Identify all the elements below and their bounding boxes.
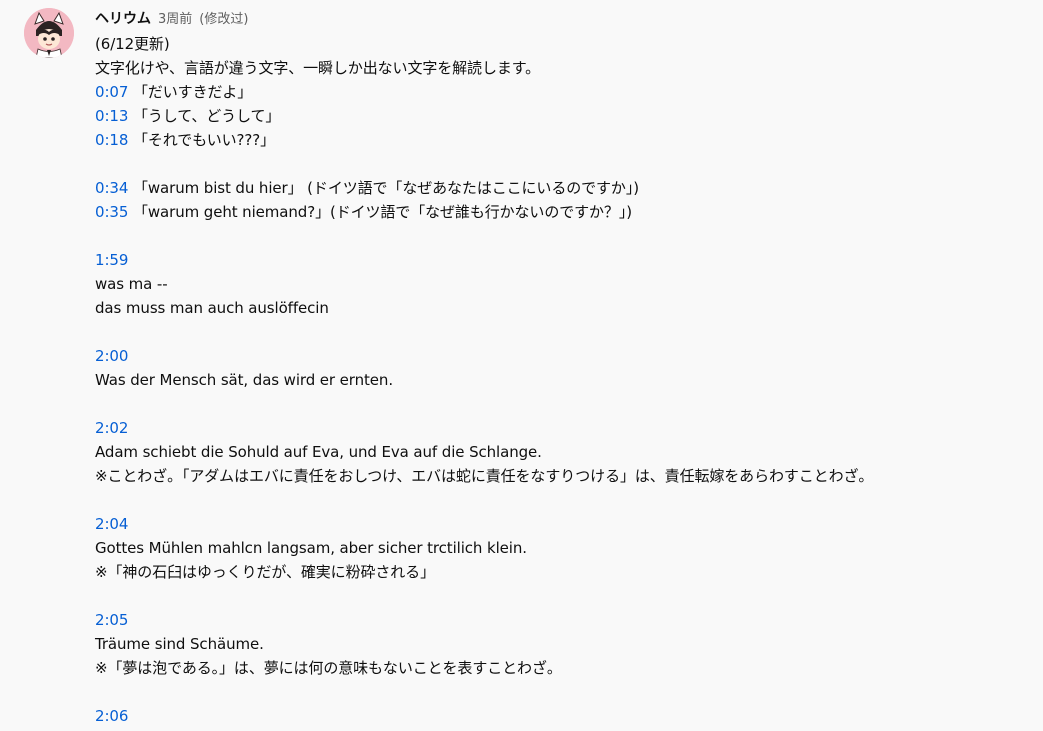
comment-line: 0:18 「それでもいい???」 [95, 128, 1043, 152]
comment-line: Was der Mensch sät, das wird er ernten. [95, 368, 1043, 392]
comment-line: 2:06 [95, 704, 1043, 728]
edited-label: (修改过) [199, 12, 249, 27]
comment-line: Adam schiebt die Sohuld auf Eva, und Eva… [95, 440, 1043, 464]
timestamp-link[interactable]: 0:35 [95, 203, 128, 221]
comment-line: das muss man auch auslöffecin [95, 296, 1043, 320]
comment-line-text: Was der Mensch sät, das wird er ernten. [95, 371, 393, 389]
comment-line: was ma -- [95, 272, 1043, 296]
comment-line: (6/12更新) [95, 32, 1043, 56]
timestamp-link[interactable]: 0:18 [95, 131, 128, 149]
comment-line: 2:00 [95, 344, 1043, 368]
timestamp-link[interactable]: 0:07 [95, 83, 128, 101]
comment-line: 0:34 「warum bist du hier」 (ドイツ語で「なぜあなたはこ… [95, 176, 1043, 200]
timestamp-link[interactable]: 2:00 [95, 347, 128, 365]
comment-line: 0:35 「warum geht niemand?」(ドイツ語で「なぜ誰も行かな… [95, 200, 1043, 224]
comment-line-text: das muss man auch auslöffecin [95, 299, 329, 317]
author-avatar[interactable] [24, 8, 74, 58]
comment-header: ヘリウム 3周前 (修改过) [95, 8, 1043, 32]
timestamp-link[interactable]: 2:04 [95, 515, 128, 533]
comment-thread: ヘリウム 3周前 (修改过) (6/12更新) 文字化けや、言語が違う文字、一瞬し… [0, 0, 1043, 731]
comment-line-text: 「それでもいい???」 [128, 131, 276, 149]
comment-line-text: ※「神の石臼はゆっくりだが、確実に粉砕される」 [95, 563, 435, 581]
comment-line: 2:04 [95, 512, 1043, 536]
comment-line-text: (6/12更新) [95, 35, 170, 53]
comment-line-text: 「warum bist du hier」 (ドイツ語で「なぜあなたはここにいるの… [128, 179, 639, 197]
comment-line-text: ※「夢は泡である。」は、夢には何の意味もないことを表すことわざ。 [95, 659, 562, 677]
comment-line: 2:02 [95, 416, 1043, 440]
comment-line-text: was ma -- [95, 275, 168, 293]
comment-line: 2:05 [95, 608, 1043, 632]
comment-body: ヘリウム 3周前 (修改过) (6/12更新) 文字化けや、言語が違う文字、一瞬し… [95, 8, 1043, 728]
comment-line: Träume sind Schäume. [95, 632, 1043, 656]
comment-line-text: 「うして、どうして」 [128, 107, 281, 125]
comment-line-text: Gottes Mühlen mahlcn langsam, aber siche… [95, 539, 527, 557]
comment-line-text: ※ことわざ。「アダムはエバに責任をおしつけ、エバは蛇に責任をなすりつける」は、責… [95, 467, 874, 485]
comment-text: (6/12更新) 文字化けや、言語が違う文字、一瞬しか出ない文字を解読します。 0:… [95, 32, 1043, 728]
comment-line: Gottes Mühlen mahlcn langsam, aber siche… [95, 536, 1043, 560]
timestamp-link[interactable]: 0:13 [95, 107, 128, 125]
timestamp-link[interactable]: 2:02 [95, 419, 128, 437]
comment-line: ※「夢は泡である。」は、夢には何の意味もないことを表すことわざ。 [95, 656, 1043, 680]
comment-line: 0:07 「だいすきだよ」 [95, 80, 1043, 104]
cartoon-character-icon [24, 8, 74, 58]
published-time[interactable]: 3周前 [158, 8, 192, 27]
comment-line-text: Träume sind Schäume. [95, 635, 264, 653]
comment-line-text: 文字化けや、言語が違う文字、一瞬しか出ない文字を解読します。 [95, 59, 541, 77]
timestamp-link[interactable]: 1:59 [95, 251, 128, 269]
comment-line-text: Adam schiebt die Sohuld auf Eva, und Eva… [95, 443, 542, 461]
comment-line: 文字化けや、言語が違う文字、一瞬しか出ない文字を解読します。 [95, 56, 1043, 80]
author-name[interactable]: ヘリウム [95, 8, 151, 28]
comment-line: 0:13 「うして、どうして」 [95, 104, 1043, 128]
timestamp-link[interactable]: 2:05 [95, 611, 128, 629]
comment-line-text: 「だいすきだよ」 [128, 83, 253, 101]
comment-line: ※ことわざ。「アダムはエバに責任をおしつけ、エバは蛇に責任をなすりつける」は、責… [95, 464, 1043, 488]
comment-line: ※「神の石臼はゆっくりだが、確実に粉砕される」 [95, 560, 1043, 584]
timestamp-link[interactable]: 2:06 [95, 707, 128, 725]
comment-line-text: 「warum geht niemand?」(ドイツ語で「なぜ誰も行かないのですか… [128, 203, 632, 221]
comment-line: 1:59 [95, 248, 1043, 272]
timestamp-link[interactable]: 0:34 [95, 179, 128, 197]
